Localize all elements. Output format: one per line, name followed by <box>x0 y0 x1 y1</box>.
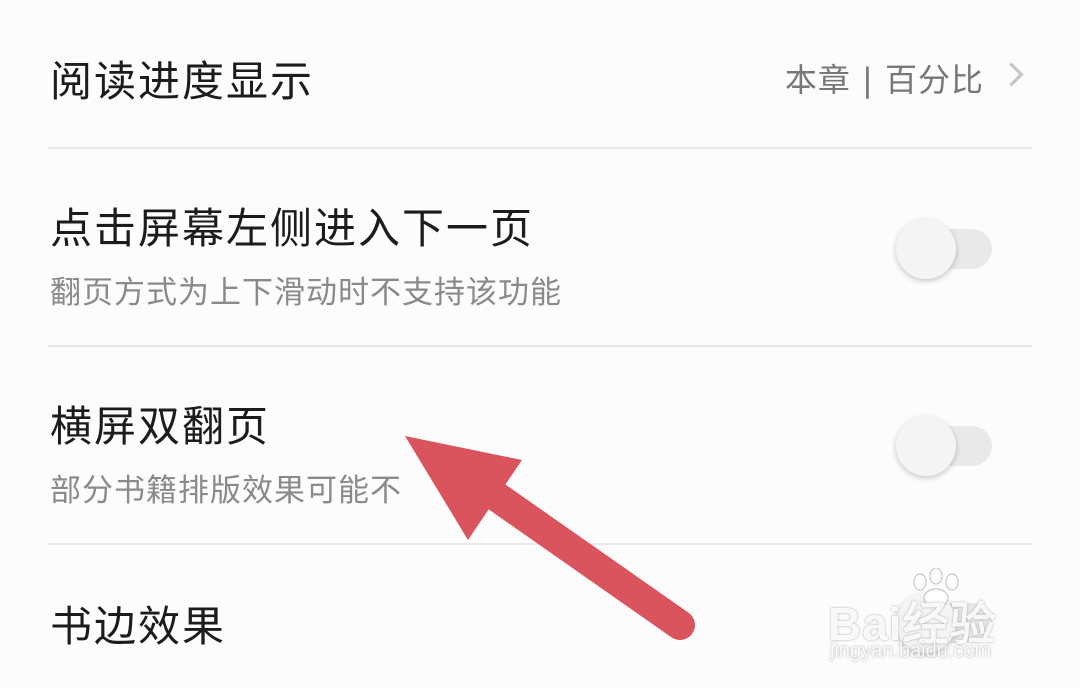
watermark-url: jingyan.baidu.com <box>830 640 992 662</box>
arrow-shaft <box>455 463 695 640</box>
settings-screen: 阅读进度显示 本章 | 百分比 点击屏幕左侧进入下一页 翻页方式为上下滑动时不支… <box>0 0 1080 688</box>
watermark: Bai经验 jingyan.baidu.com <box>828 568 1068 678</box>
